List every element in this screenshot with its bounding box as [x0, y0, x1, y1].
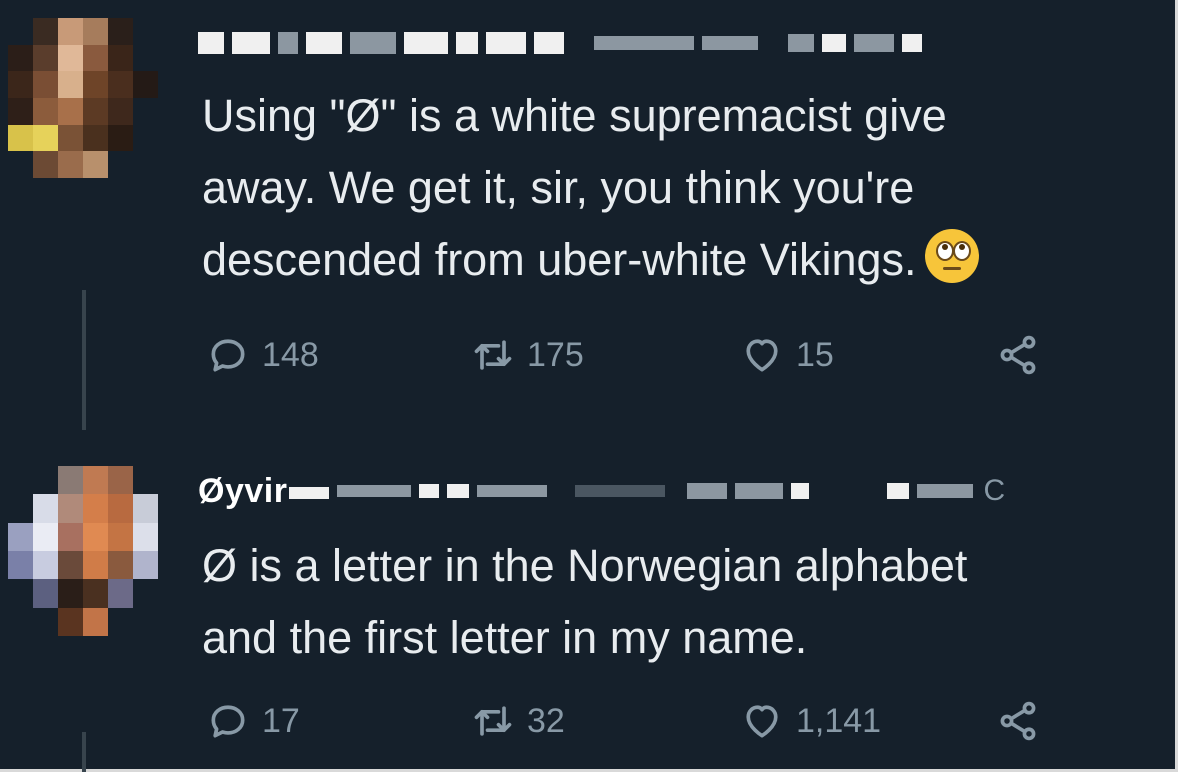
share-icon	[1000, 335, 1036, 375]
redacted-name-block	[419, 484, 440, 498]
redacted-name-block	[486, 32, 526, 54]
tweet-header-redacted	[198, 18, 1158, 68]
share-button[interactable]	[996, 330, 1052, 380]
redacted-name-block	[306, 32, 342, 54]
redacted-name-block	[447, 484, 470, 498]
redacted-name-block	[232, 32, 270, 54]
reply-count: 148	[262, 335, 319, 374]
redacted-handle-block	[477, 485, 548, 497]
like-button[interactable]: 1,141	[740, 696, 881, 746]
like-count: 15	[796, 335, 834, 374]
tweet-text-content: Ø is a letter in the Norwegian alphabet …	[202, 540, 968, 663]
redacted-time-block	[735, 483, 784, 499]
reply-icon	[211, 339, 245, 372]
heart-icon	[746, 705, 778, 738]
like-button[interactable]: 15	[740, 330, 834, 380]
tweet-header: Øyvir C	[198, 466, 1158, 516]
redacted-time-block	[687, 483, 728, 499]
redacted-time-block	[854, 34, 894, 52]
reply-count: 17	[262, 701, 300, 740]
redacted-name-block	[198, 32, 224, 54]
reply-button[interactable]: 148	[206, 330, 319, 380]
redacted-handle-block	[575, 485, 666, 497]
redacted-handle-block	[702, 36, 758, 50]
display-name-partial[interactable]: Øyvir	[198, 472, 287, 511]
avatar-blurred[interactable]	[8, 18, 158, 178]
redacted-time-block	[887, 483, 910, 499]
redacted-handle-block	[594, 36, 694, 50]
redacted-name-block	[404, 32, 448, 54]
redacted-name-block	[337, 485, 412, 497]
retweet-icon	[474, 340, 512, 370]
header-trailing-char: C	[983, 474, 1006, 507]
redacted-name-block	[350, 32, 396, 54]
redacted-time-block	[917, 484, 974, 498]
rolling-eyes-emoji-icon	[924, 229, 979, 283]
tweet-actions: 17 32 1,141	[206, 696, 1106, 746]
thread-connector-line	[82, 290, 86, 430]
like-count: 1,141	[796, 701, 882, 740]
share-button[interactable]	[996, 696, 1052, 746]
retweet-count: 175	[527, 335, 584, 374]
tweet-text-content: Using "Ø" is a white supremacist give aw…	[202, 90, 947, 285]
redacted-name-block	[278, 32, 298, 54]
redacted-time-block	[788, 34, 814, 52]
redacted-time-block	[822, 34, 846, 52]
retweet-icon	[474, 706, 512, 736]
redacted-name-block	[534, 32, 564, 54]
reply-button[interactable]: 17	[206, 696, 300, 746]
tweet-thread: Using "Ø" is a white supremacist give aw…	[0, 0, 1178, 772]
tweet-reply[interactable]: Øyvir C Ø is a letter in the Norwegian a…	[0, 440, 1178, 772]
heart-icon	[746, 339, 778, 372]
avatar-blurred[interactable]	[8, 466, 158, 636]
tweet-text: Ø is a letter in the Norwegian alphabet …	[202, 530, 1162, 674]
retweet-button[interactable]: 175	[471, 330, 584, 380]
tweet-text: Using "Ø" is a white supremacist give aw…	[202, 80, 1162, 296]
reply-icon	[211, 705, 245, 738]
thread-connector-line	[82, 732, 86, 772]
redacted-time-block	[902, 34, 922, 52]
tweet-original[interactable]: Using "Ø" is a white supremacist give aw…	[0, 0, 1178, 430]
tweet-actions: 148 175 15	[206, 330, 1106, 380]
redacted-name-block	[456, 32, 478, 54]
share-icon	[1000, 701, 1036, 741]
redacted-name-block	[289, 487, 330, 499]
redacted-time-block	[791, 483, 810, 499]
retweet-button[interactable]: 32	[471, 696, 565, 746]
retweet-count: 32	[527, 701, 565, 740]
